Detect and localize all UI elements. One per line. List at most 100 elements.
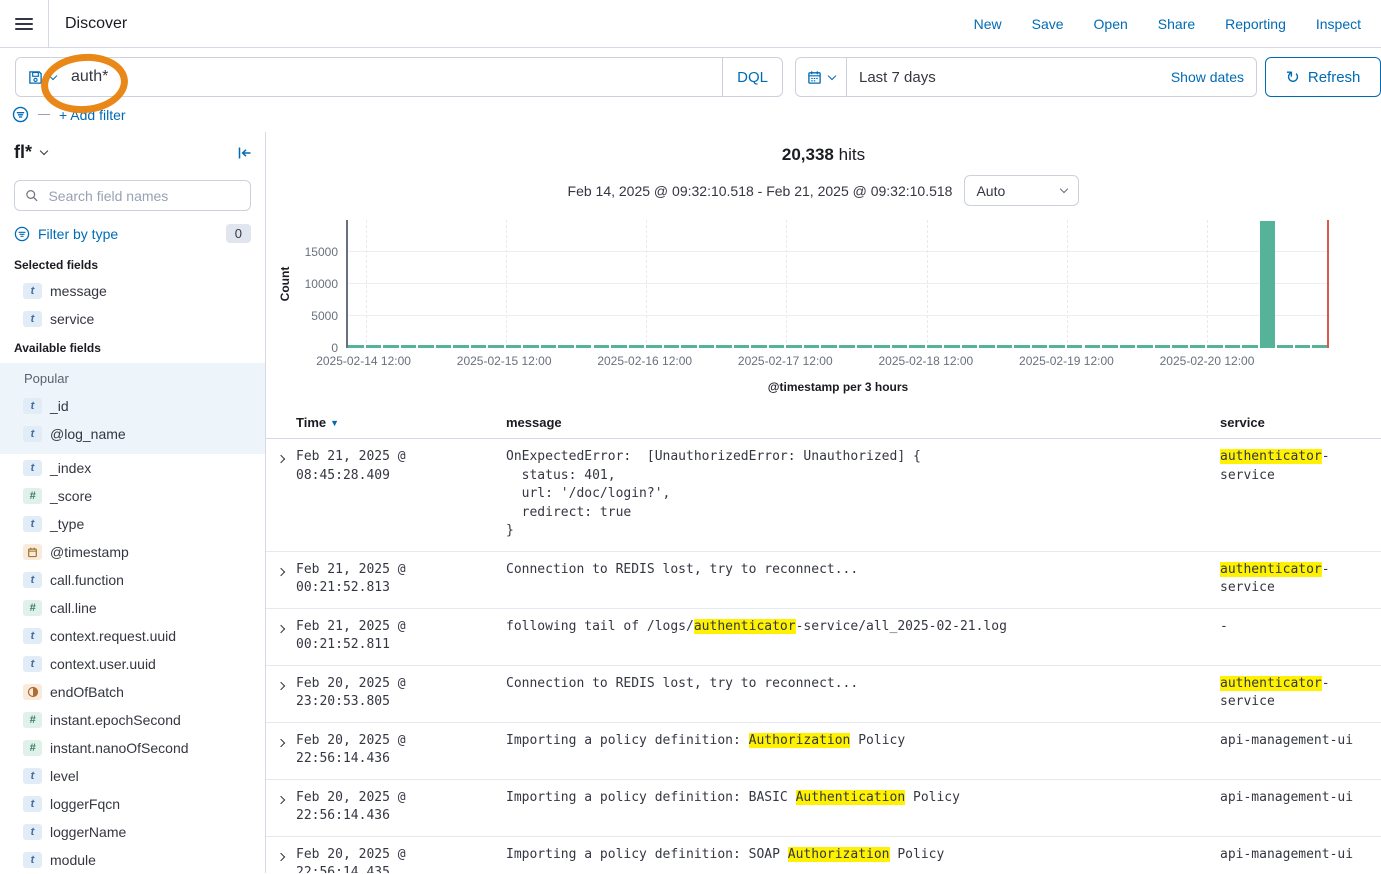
histogram-bar[interactable] — [1102, 345, 1118, 348]
histogram-bar[interactable] — [541, 345, 557, 348]
nav-inspect-button[interactable]: Inspect — [1316, 16, 1361, 32]
histogram-bar[interactable] — [751, 345, 767, 348]
field-item-_id[interactable]: t_id — [0, 392, 265, 420]
field-item-message[interactable]: tmessage — [0, 277, 265, 305]
histogram-bar[interactable] — [962, 345, 978, 348]
histogram-bar[interactable] — [927, 345, 943, 348]
histogram-bar[interactable] — [1155, 345, 1171, 348]
field-item-loggerName[interactable]: tloggerName — [0, 818, 265, 846]
query-language-button[interactable]: DQL — [722, 58, 782, 96]
query-text[interactable]: auth* — [71, 68, 108, 86]
field-item-_type[interactable]: t_type — [0, 510, 265, 538]
field-item-loggerFqcn[interactable]: tloggerFqcn — [0, 790, 265, 818]
histogram-bar[interactable] — [366, 345, 382, 348]
histogram-bar[interactable] — [786, 345, 802, 348]
add-filter-button[interactable]: + Add filter — [59, 107, 126, 123]
field-item-_score[interactable]: #_score — [0, 482, 265, 510]
histogram-bar[interactable] — [681, 345, 697, 348]
hamburger-menu-icon[interactable] — [0, 0, 49, 48]
histogram-bar[interactable] — [1295, 345, 1311, 348]
histogram-bar[interactable] — [857, 345, 873, 348]
field-item-instant.epochSecond[interactable]: #instant.epochSecond — [0, 706, 265, 734]
histogram-bar[interactable] — [1312, 345, 1328, 348]
refresh-button[interactable]: ↻ Refresh — [1265, 57, 1381, 97]
nav-save-button[interactable]: Save — [1032, 16, 1064, 32]
histogram-bar[interactable] — [1242, 345, 1258, 348]
histogram-bar[interactable] — [401, 345, 417, 348]
histogram-bar[interactable] — [944, 345, 960, 348]
histogram-bar[interactable] — [1085, 345, 1101, 348]
nav-reporting-button[interactable]: Reporting — [1225, 16, 1286, 32]
date-quick-menu[interactable] — [796, 58, 847, 96]
interval-select[interactable]: Auto — [964, 175, 1079, 206]
histogram-bar[interactable] — [506, 345, 522, 348]
histogram-bar[interactable] — [523, 345, 539, 348]
histogram-bar[interactable] — [1049, 345, 1065, 348]
histogram-bar[interactable] — [1207, 345, 1223, 348]
histogram-bar[interactable] — [804, 345, 820, 348]
field-item-endOfBatch[interactable]: endOfBatch — [0, 678, 265, 706]
histogram-bar[interactable] — [716, 345, 732, 348]
field-item-context.request.uuid[interactable]: tcontext.request.uuid — [0, 622, 265, 650]
nav-share-button[interactable]: Share — [1158, 16, 1195, 32]
field-search-input[interactable] — [46, 187, 240, 205]
histogram-bar[interactable] — [488, 345, 504, 348]
histogram-bar[interactable] — [839, 345, 855, 348]
histogram-bar[interactable] — [629, 345, 645, 348]
expand-row-button[interactable] — [272, 677, 290, 695]
histogram-bar[interactable] — [821, 345, 837, 348]
histogram-bar[interactable] — [558, 345, 574, 348]
field-item-_index[interactable]: t_index — [0, 454, 265, 482]
chart-plot-area[interactable] — [346, 220, 1330, 348]
show-dates-button[interactable]: Show dates — [1171, 69, 1256, 85]
filter-by-type-button[interactable]: Filter by type 0 — [0, 219, 265, 250]
histogram-bar[interactable] — [1032, 345, 1048, 348]
nav-new-button[interactable]: New — [974, 16, 1002, 32]
expand-row-button[interactable] — [272, 620, 290, 638]
histogram-bar[interactable] — [453, 345, 469, 348]
histogram-bar[interactable] — [436, 345, 452, 348]
expand-row-button[interactable] — [272, 450, 290, 468]
field-item-context.user.uuid[interactable]: tcontext.user.uuid — [0, 650, 265, 678]
field-item-@timestamp[interactable]: @timestamp — [0, 538, 265, 566]
nav-open-button[interactable]: Open — [1094, 16, 1128, 32]
histogram-bar[interactable] — [1172, 345, 1188, 348]
expand-row-button[interactable] — [272, 563, 290, 581]
histogram-bar[interactable] — [664, 345, 680, 348]
histogram-bar[interactable] — [1260, 221, 1276, 348]
histogram-bar[interactable] — [734, 345, 750, 348]
column-header-time[interactable]: Time▼ — [296, 415, 506, 430]
histogram-bar[interactable] — [1225, 345, 1241, 348]
histogram-bar[interactable] — [1190, 345, 1206, 348]
histogram-bar[interactable] — [418, 345, 434, 348]
histogram-bar[interactable] — [1277, 345, 1293, 348]
column-header-message[interactable]: message — [506, 415, 1220, 430]
histogram-bar[interactable] — [594, 345, 610, 348]
histogram-bar[interactable] — [769, 345, 785, 348]
expand-row-button[interactable] — [272, 848, 290, 866]
histogram-bar[interactable] — [699, 345, 715, 348]
expand-row-button[interactable] — [272, 734, 290, 752]
time-range-value[interactable]: Last 7 days — [859, 69, 936, 86]
histogram-bar[interactable] — [1014, 345, 1030, 348]
histogram-bar[interactable] — [611, 345, 627, 348]
histogram-bar[interactable] — [1137, 345, 1153, 348]
collapse-sidebar-icon[interactable] — [237, 145, 253, 161]
field-item-service[interactable]: tservice — [0, 305, 265, 333]
histogram-bar[interactable] — [1067, 345, 1083, 348]
column-header-service[interactable]: service — [1220, 415, 1381, 430]
index-pattern-selector[interactable]: fl* — [14, 142, 47, 163]
field-item-call.line[interactable]: #call.line — [0, 594, 265, 622]
histogram-bar[interactable] — [979, 345, 995, 348]
field-item-@log_name[interactable]: t@log_name — [0, 420, 265, 448]
expand-row-button[interactable] — [272, 791, 290, 809]
field-item-instant.nanoOfSecond[interactable]: #instant.nanoOfSecond — [0, 734, 265, 762]
saved-query-menu[interactable] — [16, 70, 68, 85]
histogram-bar[interactable] — [383, 345, 399, 348]
histogram-bar[interactable] — [576, 345, 592, 348]
histogram-bar[interactable] — [1120, 345, 1136, 348]
filter-icon[interactable] — [12, 106, 29, 123]
histogram-bar[interactable] — [892, 345, 908, 348]
field-item-module[interactable]: tmodule — [0, 846, 265, 873]
histogram-bar[interactable] — [874, 345, 890, 348]
